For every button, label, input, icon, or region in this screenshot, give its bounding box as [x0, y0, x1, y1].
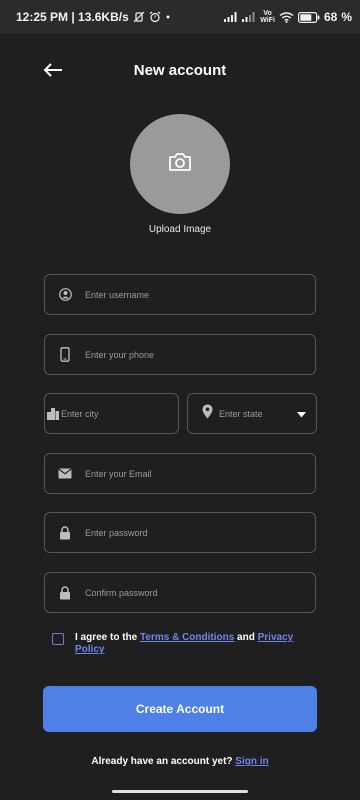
- create-account-button[interactable]: Create Account: [43, 686, 317, 732]
- app-header: New account: [0, 56, 360, 88]
- signin-link[interactable]: Sign in: [235, 756, 268, 767]
- email-input[interactable]: [85, 454, 315, 493]
- city-input[interactable]: [61, 394, 178, 433]
- alarm-icon: [149, 11, 161, 23]
- confirm-password-input[interactable]: [85, 573, 315, 612]
- email-field: [44, 453, 316, 494]
- upload-image-label: Upload Image: [148, 224, 212, 235]
- camera-icon: [168, 152, 192, 177]
- city-field: [44, 393, 179, 434]
- password-input[interactable]: [85, 513, 315, 552]
- upload-image-button[interactable]: [130, 114, 230, 214]
- terms-text: I agree to the Terms & Conditions and Pr…: [75, 632, 312, 656]
- user-icon: [45, 288, 85, 301]
- battery-icon: [297, 11, 320, 23]
- state-select-value: Enter state: [219, 408, 263, 419]
- lock-icon: [45, 525, 85, 540]
- chevron-down-icon: [297, 405, 306, 423]
- volte-wifi-icon: Vo WiFi: [260, 10, 275, 24]
- city-icon: [45, 407, 61, 420]
- phone-icon: [45, 347, 85, 362]
- terms-prefix: I agree to the: [75, 632, 141, 643]
- state-select[interactable]: Enter state: [188, 394, 316, 433]
- signin-prompt: Already have an account yet?: [91, 756, 236, 767]
- wifi-icon: [279, 11, 294, 23]
- battery-percent-sign: %: [341, 10, 352, 24]
- phone-field: [44, 334, 316, 375]
- status-bar: 12:25 PM | 13.6KB/s Vo WiFi 68%: [0, 0, 360, 34]
- terms-row: I agree to the Terms & Conditions and Pr…: [52, 632, 312, 656]
- username-field: [44, 274, 316, 315]
- page-title: New account: [133, 62, 227, 79]
- username-input[interactable]: [85, 275, 315, 314]
- location-pin-icon: [202, 404, 213, 424]
- confirm-password-field: [44, 572, 316, 613]
- signal-2-icon: [242, 12, 256, 22]
- terms-conditions-link[interactable]: Terms & Conditions: [140, 632, 234, 643]
- envelope-icon: [45, 468, 85, 479]
- notification-dot-icon: [165, 14, 171, 20]
- terms-checkbox[interactable]: [52, 633, 64, 645]
- signal-icon: [224, 12, 238, 22]
- phone-input[interactable]: [85, 335, 315, 374]
- home-indicator[interactable]: [112, 790, 248, 793]
- state-field: Enter state: [187, 393, 317, 434]
- signin-row: Already have an account yet? Sign in: [0, 756, 360, 767]
- terms-and: and: [234, 632, 258, 643]
- password-field: [44, 512, 316, 553]
- lock-icon: [45, 585, 85, 600]
- status-time-speed: 12:25 PM | 13.6KB/s: [16, 10, 129, 24]
- battery-level: 68: [323, 10, 338, 24]
- vibrate-off-icon: [133, 11, 145, 23]
